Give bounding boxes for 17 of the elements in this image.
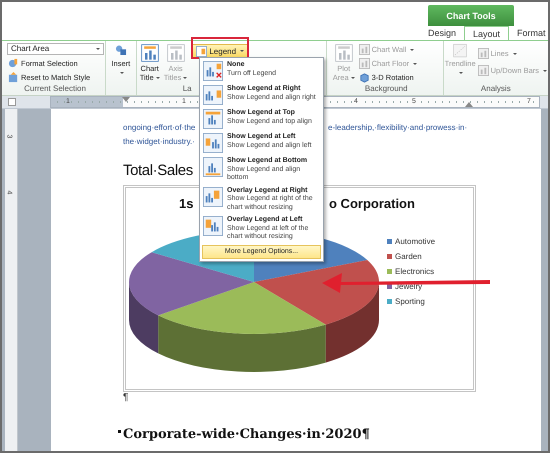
chart-title: o Corporation <box>329 195 415 213</box>
legend-label: Garden <box>395 251 422 262</box>
contextual-tab-title: Chart Tools <box>428 5 514 26</box>
section-heading: Corporate-wide·Changes·in·2020¶ <box>123 426 370 444</box>
group-label: La <box>182 84 192 93</box>
legend-label: Electronics <box>395 266 434 277</box>
group-label: Background <box>364 84 409 95</box>
paragraph-mark: ¶ <box>123 392 128 403</box>
group-label: Analysis <box>480 84 512 95</box>
legend-label: Automotive <box>395 236 436 247</box>
body-text: the·widget·industry.· <box>123 137 195 146</box>
body-text: ongoing·effort·of·the <box>123 122 196 134</box>
body-text: e-leadership,·flexibility·and·prowess·in· <box>328 122 468 134</box>
group-label: Current Selection <box>23 84 87 95</box>
section-heading: Total·Sales <box>123 162 193 179</box>
chart-title: 1s <box>179 195 194 213</box>
legend-label: Sporting <box>395 296 425 307</box>
